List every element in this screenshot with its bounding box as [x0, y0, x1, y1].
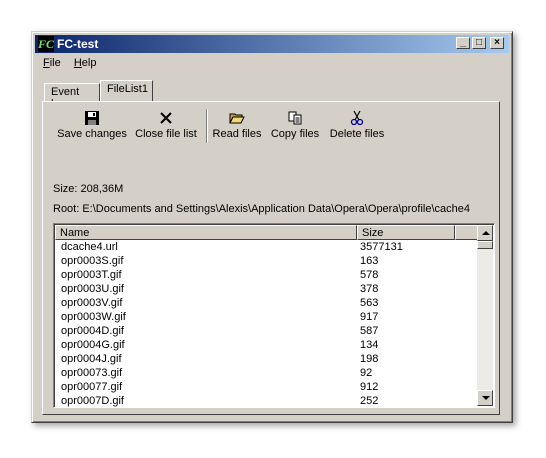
floppy-disk-icon [85, 111, 99, 125]
app-icon[interactable]: FC [38, 36, 54, 52]
file-size-cell: 917 [360, 311, 379, 323]
table-row[interactable]: dcache4.url 3577131 [55, 240, 477, 254]
table-row[interactable]: opr0004J.gif 198 [55, 352, 477, 366]
column-header-size[interactable]: Size [357, 225, 455, 240]
file-size-cell: 563 [360, 297, 379, 309]
file-name-cell: opr0003S.gif [61, 255, 124, 267]
app-window: FC FC-test _ □ × File Help Event log Fil… [31, 31, 513, 423]
file-size-cell: 134 [360, 339, 379, 351]
scroll-up-button[interactable] [477, 225, 493, 241]
tab-event-log[interactable]: Event log [44, 83, 100, 110]
table-row[interactable]: opr00077.gif 912 [55, 380, 477, 394]
menu-help-accel: H [73, 57, 82, 69]
file-size-cell: 912 [360, 381, 379, 393]
tab-filelist1[interactable]: FileList1 [100, 80, 153, 101]
close-file-list-button[interactable]: Close file list [134, 110, 198, 140]
menu-file-accel: F [43, 57, 50, 69]
file-name-cell: opr0007D.gif [61, 395, 124, 407]
title-bar[interactable]: FC FC-test _ □ × [35, 35, 509, 53]
file-name-cell: opr0004G.gif [61, 339, 125, 351]
file-name-cell: opr0004J.gif [61, 353, 122, 365]
column-header-name[interactable]: Name [55, 225, 357, 240]
save-changes-label: Save changes [57, 128, 127, 140]
read-files-label: Read files [212, 128, 262, 140]
table-row[interactable]: opr0003W.gif 917 [55, 310, 477, 324]
menu-help[interactable]: Help [69, 55, 102, 71]
file-list[interactable]: Name Size dcache4.url 3577131 opr0003S.gif… [53, 223, 495, 408]
menu-help-label: elp [81, 57, 97, 69]
toolbar-separator [206, 109, 208, 143]
read-files-button[interactable]: Read files [211, 110, 263, 140]
file-name-cell: opr0003V.gif [61, 297, 123, 309]
arrow-down-icon [482, 396, 490, 400]
scroll-thumb[interactable] [477, 241, 493, 249]
close-file-list-label: Close file list [135, 128, 197, 140]
file-size-cell: 3577131 [360, 241, 403, 253]
total-size-text: Size: 208,36M [53, 183, 124, 195]
filelist-panel: Save changes Close file list Read files … [42, 101, 500, 415]
menu-file-label: ile [49, 57, 61, 69]
vertical-scrollbar[interactable] [477, 225, 493, 406]
file-name-cell: opr0003T.gif [61, 269, 122, 281]
root-path-text: Root: E:\Documents and Settings\Alexis\A… [53, 203, 471, 215]
scroll-down-button[interactable] [477, 390, 493, 406]
minimize-button[interactable]: _ [456, 37, 470, 49]
file-name-cell: opr00077.gif [61, 381, 123, 393]
table-row[interactable]: opr0003U.gif 378 [55, 282, 477, 296]
file-list-rows: dcache4.url 3577131 opr0003S.gif 163 opr0003… [55, 240, 477, 407]
menu-bar: File Help [38, 55, 101, 73]
file-size-cell: 578 [360, 269, 379, 281]
table-row[interactable]: opr0003S.gif 163 [55, 254, 477, 268]
table-row[interactable]: opr0004G.gif 134 [55, 338, 477, 352]
x-icon [160, 112, 172, 124]
file-name-cell: dcache4.url [61, 241, 118, 253]
maximize-button[interactable]: □ [472, 37, 486, 49]
table-row[interactable]: opr0003T.gif 578 [55, 268, 477, 282]
copy-files-button[interactable]: Copy files [269, 110, 321, 140]
delete-files-label: Delete files [329, 128, 385, 140]
scissors-icon [350, 110, 364, 126]
copy-pages-icon [288, 111, 302, 125]
window-title: FC-test [57, 37, 99, 51]
file-name-cell: opr0004D.gif [61, 325, 124, 337]
table-row[interactable]: opr00073.gif 92 [55, 366, 477, 380]
close-button[interactable]: × [490, 37, 504, 49]
file-name-cell: opr00073.gif [61, 367, 123, 379]
save-changes-button[interactable]: Save changes [55, 110, 129, 140]
column-header-filler [455, 225, 478, 240]
file-size-cell: 378 [360, 283, 379, 295]
file-size-cell: 587 [360, 325, 379, 337]
file-size-cell: 163 [360, 255, 379, 267]
open-folder-icon [229, 113, 245, 124]
table-row[interactable]: opr0004D.gif 587 [55, 324, 477, 338]
delete-files-button[interactable]: Delete files [327, 110, 387, 140]
table-row[interactable]: opr0007D.gif 252 [55, 394, 477, 407]
file-size-cell: 198 [360, 353, 379, 365]
file-name-cell: opr0003W.gif [61, 311, 126, 323]
file-name-cell: opr0003U.gif [61, 283, 124, 295]
menu-file[interactable]: File [38, 55, 66, 71]
arrow-up-icon [482, 231, 490, 235]
file-size-cell: 92 [360, 367, 373, 379]
copy-files-label: Copy files [270, 128, 320, 140]
file-size-cell: 252 [360, 395, 379, 407]
table-row[interactable]: opr0003V.gif 563 [55, 296, 477, 310]
